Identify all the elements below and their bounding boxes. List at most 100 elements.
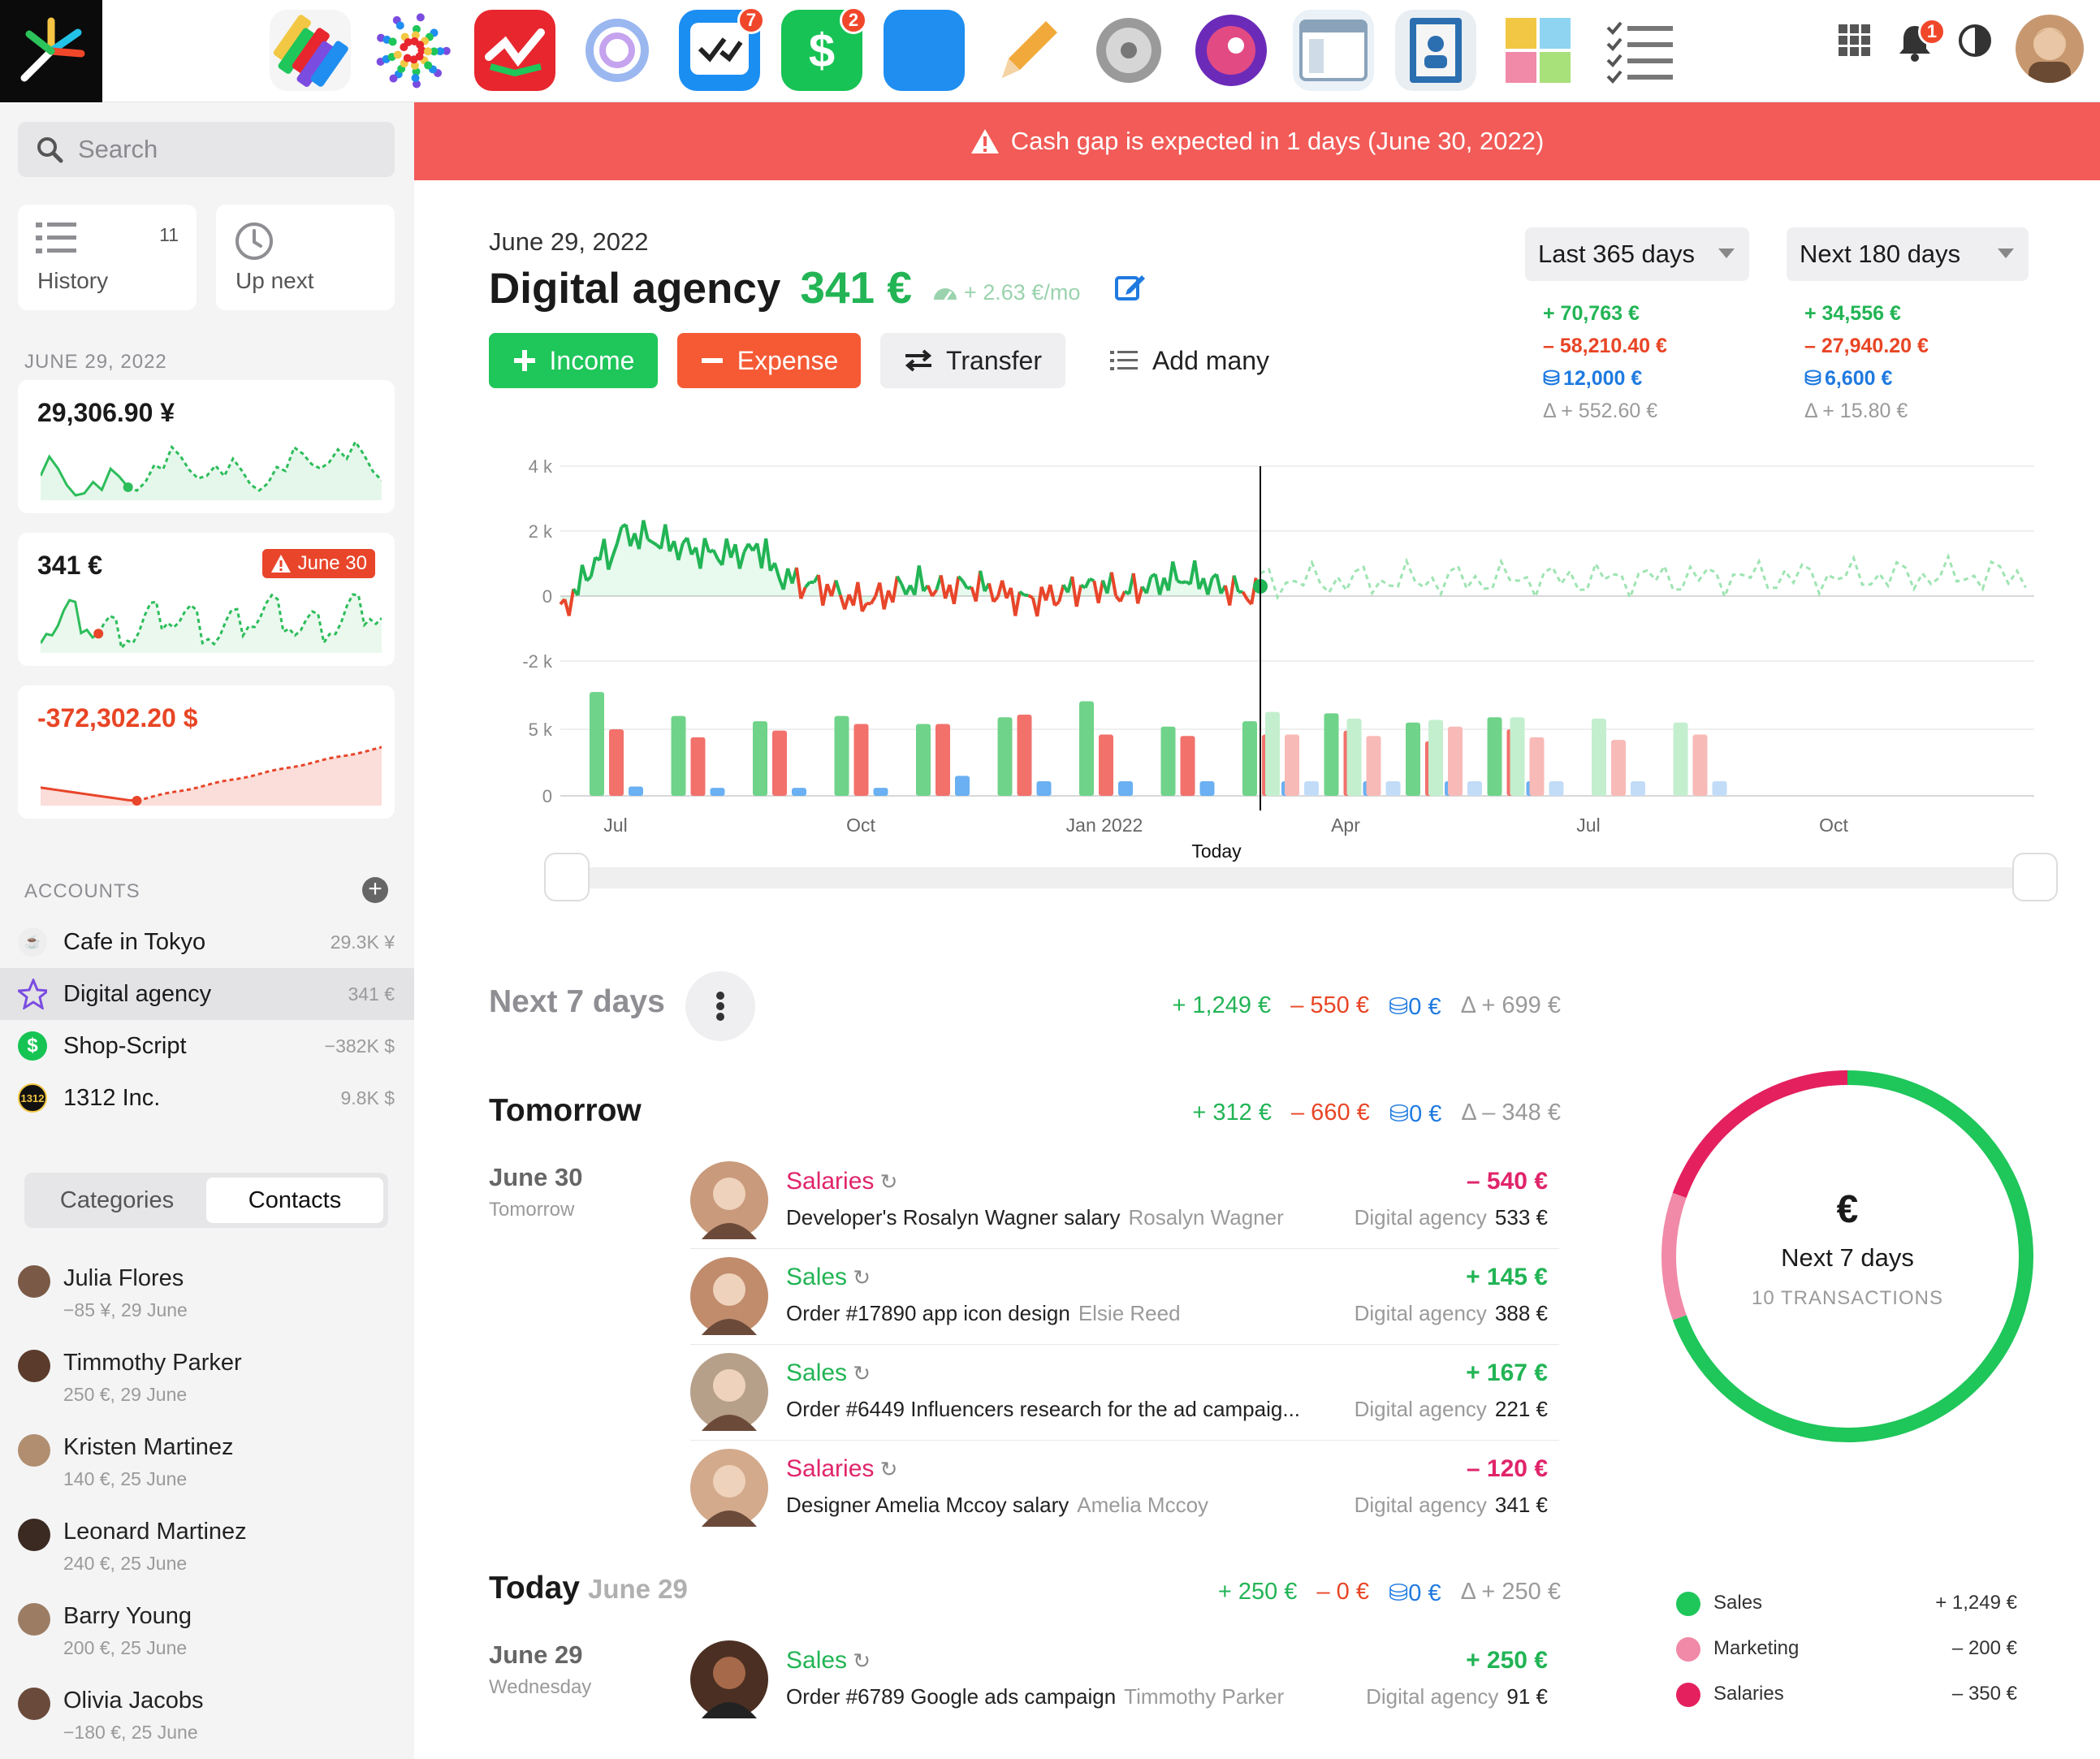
add-income-button[interactable]: Income [489, 333, 658, 388]
transaction-row[interactable]: Sales ↻ Order #6789 Google ads campaign Ti… [690, 1632, 1559, 1728]
donut-segment-salaries[interactable] [1672, 1070, 1848, 1198]
user-avatar[interactable] [2016, 15, 2084, 83]
balance-line-segment [1096, 580, 1105, 604]
sticky-notes-app-icon[interactable] [1497, 10, 1579, 91]
app-logo[interactable] [0, 0, 102, 102]
add-account-icon[interactable]: + [362, 877, 388, 903]
up-next-label: Up next [235, 268, 314, 293]
settings-app-icon[interactable] [1088, 10, 1169, 91]
forecast-expense-bar [1285, 734, 1299, 796]
balance-value: -372,302.20 $ [37, 703, 198, 733]
past-expense-bar [690, 737, 706, 796]
contact-item[interactable]: Kristen Martinez 140 €, 25 June [0, 1429, 414, 1514]
account-item-digital-agency[interactable]: Digital agency 341 € [0, 968, 414, 1020]
balance-value: 29,306.90 ¥ [37, 398, 175, 427]
balance-chart[interactable]: 4 k 2 k 0 -2 k 5 k 0 Jul Oct Jan 2022 Apr Jul Oct To… [487, 439, 2079, 910]
past-income-bar [834, 715, 849, 796]
window-app-icon[interactable] [1293, 10, 1374, 91]
contact-avatar [18, 1603, 50, 1636]
transaction-description: Developer's Rosalyn Wagner salary Rosalyn… [786, 1205, 1284, 1230]
legend-item[interactable]: Marketing – 200 € [1676, 1632, 2017, 1665]
balance-card-yen[interactable]: 29,306.90 ¥ [18, 380, 395, 513]
contact-item[interactable]: Leonard Martinez 240 €, 25 June [0, 1514, 414, 1598]
x-tick-label: Apr [1331, 815, 1360, 836]
contact-item[interactable]: Barry Young 200 €, 25 June [0, 1598, 414, 1683]
checklist-app-icon[interactable]: 7 [679, 6, 765, 91]
transaction-row[interactable]: Sales ↻ Order #17890 app icon design Elsie… [690, 1249, 1559, 1345]
apps-grid-icon[interactable] [1837, 23, 1873, 63]
transaction-row[interactable]: Salaries ↻ Developer's Rosalyn Wagner sal… [690, 1153, 1559, 1249]
contact-item[interactable]: Julia Flores −85 ¥, 29 June [0, 1260, 414, 1345]
currency-symbol: € [1836, 1188, 1859, 1231]
y-tick-label: 2 k [529, 521, 553, 542]
contact-avatar [18, 1350, 50, 1382]
contacts-app-icon[interactable] [1395, 10, 1476, 91]
todo-list-app-icon[interactable] [1600, 10, 1681, 91]
finance-chart-app-icon[interactable] [474, 10, 555, 91]
theme-toggle-icon[interactable] [1957, 23, 1993, 63]
categories-contacts-toggle: Categories Contacts [24, 1173, 388, 1228]
contact-item[interactable]: Olivia Jacobs −180 €, 25 June [0, 1683, 414, 1759]
pencil-app-icon[interactable] [986, 10, 1067, 91]
past-period-label: Last 365 days [1538, 240, 1696, 268]
history-button[interactable]: 11 History [18, 205, 197, 310]
colorful-dots-app-icon[interactable] [372, 10, 453, 91]
past-period-dropdown[interactable]: Last 365 days [1525, 227, 1749, 281]
warning-icon [970, 129, 999, 153]
search-input[interactable]: Search [18, 122, 395, 177]
speedometer-icon [933, 288, 957, 300]
range-end-handle[interactable] [2012, 853, 2058, 901]
contact-avatar [690, 1161, 768, 1239]
account-item-cafe-in-tokyo[interactable]: ☕ Cafe in Tokyo 29.3K ¥ [0, 916, 414, 968]
balance-card-dollar[interactable]: -372,302.20 $ [18, 685, 395, 819]
transaction-row[interactable]: Salaries ↻ Designer Amelia Mccoy salary Am… [690, 1441, 1559, 1536]
transfer-button[interactable]: Transfer [880, 333, 1065, 388]
range-start-handle[interactable] [544, 853, 590, 901]
add-expense-button[interactable]: Expense [677, 333, 861, 388]
category-label: Salaries [786, 1168, 875, 1195]
y-tick-label: 4 k [529, 456, 553, 477]
contact-item[interactable]: Timmothy Parker 250 €, 29 June [0, 1345, 414, 1429]
add-many-button[interactable]: Add many [1096, 333, 1283, 388]
tab-categories[interactable]: Categories [29, 1178, 205, 1223]
period-delta: Δ + 15.80 € [1804, 400, 1908, 422]
today-date: June 29 [587, 1574, 688, 1604]
running-balance: 533 € [1494, 1205, 1548, 1230]
edit-icon[interactable] [1114, 270, 1147, 303]
today-header: Today June 29 [489, 1571, 688, 1606]
balance-line-segment [1027, 594, 1034, 599]
future-period-dropdown[interactable]: Next 180 days [1787, 227, 2029, 281]
account-item-shop-script[interactable]: $ Shop-Script −382K $ [0, 1020, 414, 1072]
add-many-label: Add many [1152, 345, 1270, 375]
transaction-row[interactable]: Sales ↻ Order #6449 Influencers research … [690, 1345, 1559, 1441]
spiral-app-icon[interactable] [577, 10, 658, 91]
tasks-app-icon[interactable] [270, 10, 351, 91]
contact-name: Olivia Jacobs [63, 1688, 204, 1714]
timeline-range-slider[interactable] [544, 853, 2058, 901]
forecast-transfer-bar [1385, 780, 1401, 796]
tab-contacts[interactable]: Contacts [206, 1178, 383, 1223]
balance-card-euro[interactable]: 341 € June 30 [18, 533, 395, 666]
current-date: June 29, 2022 [489, 227, 649, 256]
summary-expense: – 660 € [1291, 1100, 1370, 1126]
camera-app-icon[interactable] [1190, 10, 1272, 91]
contact-avatar [690, 1257, 768, 1335]
transaction-amount: – 540 € [1466, 1168, 1548, 1195]
up-next-button[interactable]: Up next [216, 205, 395, 310]
money-app-icon[interactable]: $2 [781, 6, 867, 91]
folder-app-icon[interactable] [884, 10, 965, 91]
legend-item[interactable]: Sales + 1,249 € [1676, 1587, 2017, 1619]
past-income-bar [590, 692, 604, 796]
balance-line-segment [1176, 579, 1182, 585]
more-options-button[interactable] [685, 971, 755, 1041]
contact-avatar [690, 1353, 768, 1431]
coins-icon: ⛁ [1804, 367, 1821, 390]
legend-name: Salaries [1713, 1683, 1784, 1705]
legend-value: + 1,249 € [1935, 1592, 2017, 1614]
monthly-rate: + 2.63 €/mo [931, 280, 1080, 305]
contact-avatar [18, 1434, 50, 1467]
notifications-bell-icon[interactable]: 1 [1897, 18, 1946, 67]
legend-item[interactable]: Salaries – 350 € [1676, 1678, 2017, 1710]
account-value: 29.3K ¥ [330, 931, 395, 953]
account-item-1312-inc[interactable]: 1312 1312 Inc. 9.8K $ [0, 1072, 414, 1124]
